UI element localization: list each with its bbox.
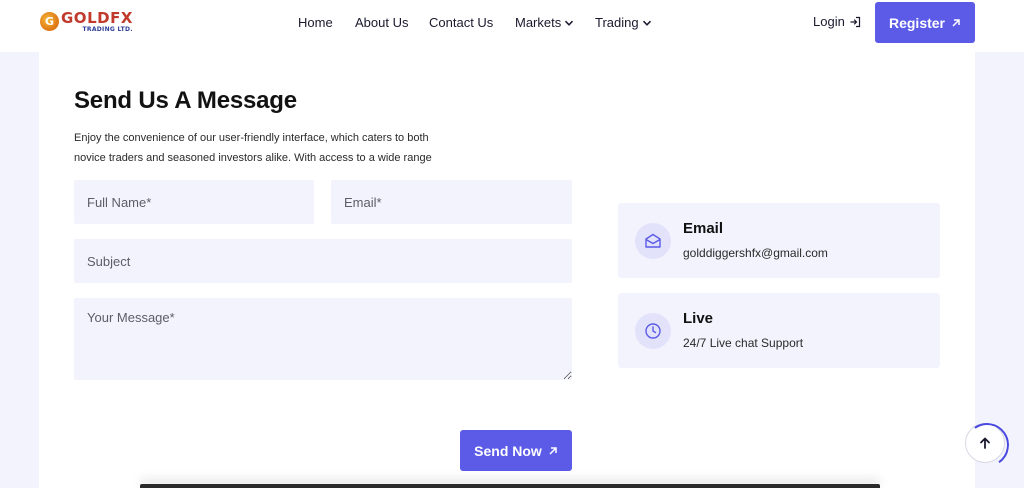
bottom-dock-bar [140, 484, 880, 488]
arrow-up-icon [980, 437, 990, 449]
logo-subtitle: TRADING LTD. [82, 26, 133, 33]
message-textarea[interactable] [74, 298, 572, 380]
chevron-down-icon [642, 20, 651, 26]
logo-name: GOLDFX [61, 9, 133, 27]
arrow-up-right-icon [952, 18, 960, 27]
page-title: Send Us A Message [74, 87, 297, 114]
live-info-text: 24/7 Live chat Support [683, 336, 804, 350]
email-info-card: Email golddiggershfx@gmail.com [618, 203, 940, 278]
live-info-title: Live [683, 310, 714, 327]
email-info-address: golddiggershfx@gmail.com [683, 246, 828, 260]
logo-mark-icon [40, 12, 59, 31]
nav-home[interactable]: Home [298, 15, 333, 30]
live-info-card: Live 24/7 Live chat Support [618, 293, 940, 368]
register-button[interactable]: Register [875, 2, 975, 43]
full-name-input[interactable] [74, 180, 314, 224]
envelope-icon [635, 223, 671, 259]
email-input[interactable] [331, 180, 572, 224]
arrow-up-right-icon [549, 446, 557, 455]
send-now-button[interactable]: Send Now [460, 430, 572, 471]
scroll-to-top-button[interactable] [965, 423, 1005, 463]
clock-icon [635, 313, 671, 349]
chevron-down-icon [565, 20, 574, 26]
nav-contact-us[interactable]: Contact Us [429, 15, 493, 30]
logo[interactable]: GOLDFX TRADING LTD. [40, 11, 133, 33]
login-icon [850, 16, 860, 27]
site-header: GOLDFX TRADING LTD. Home About Us Contac… [0, 0, 1024, 52]
nav-about-us[interactable]: About Us [355, 15, 408, 30]
login-link[interactable]: Login [813, 14, 861, 29]
subject-input[interactable] [74, 239, 572, 283]
nav-markets[interactable]: Markets [515, 15, 574, 30]
contact-description: Enjoy the convenience of our user-friend… [74, 132, 432, 164]
nav-trading[interactable]: Trading [595, 15, 652, 30]
email-info-title: Email [683, 220, 724, 237]
